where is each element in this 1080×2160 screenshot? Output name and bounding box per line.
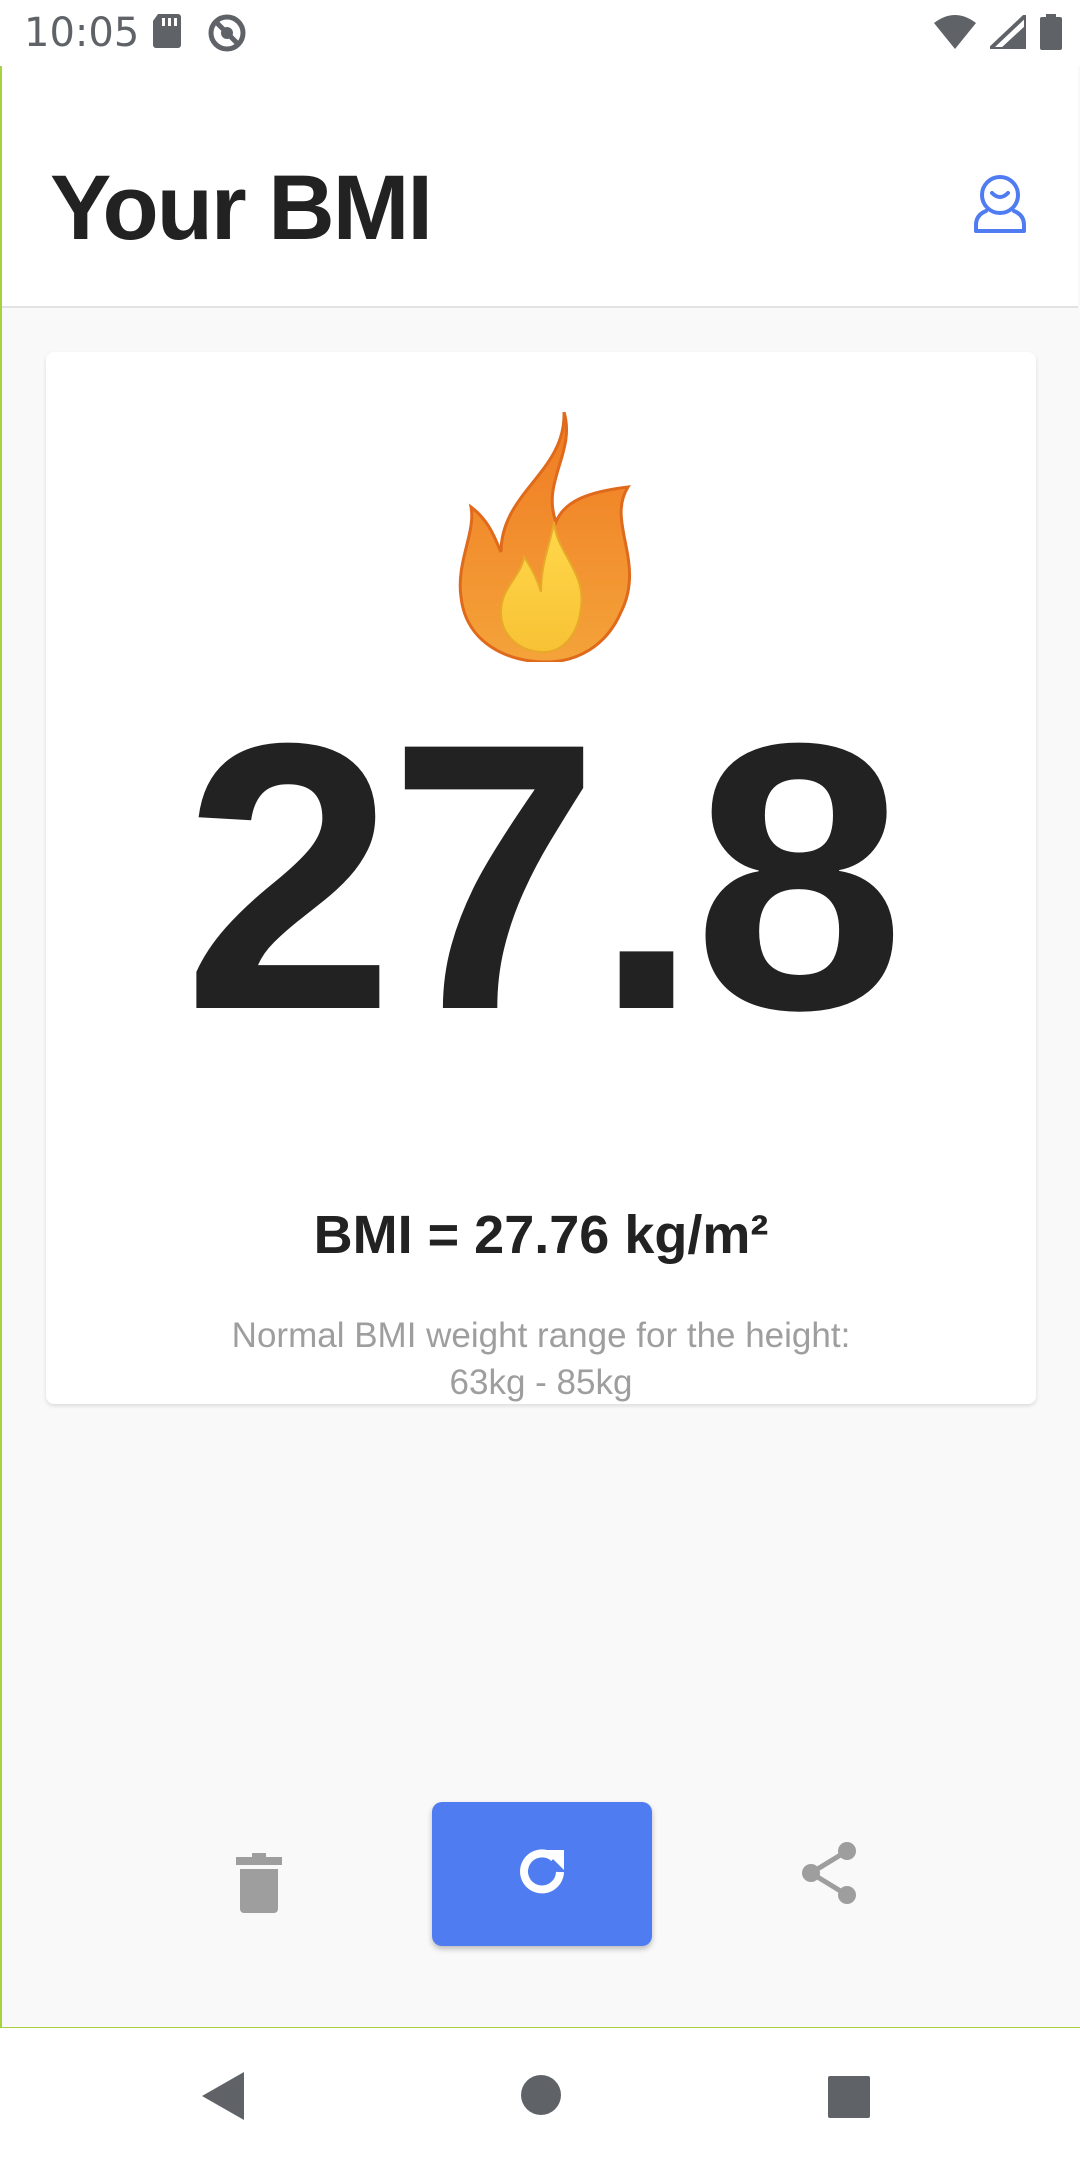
battery-icon [1040, 14, 1062, 55]
home-icon[interactable] [520, 2074, 562, 2121]
bmi-formula: BMI = 27.76 kg/m² [313, 1205, 769, 1265]
weight-range-label: Normal BMI weight range for the height: [231, 1316, 851, 1355]
page-title: Your BMI [50, 157, 433, 259]
system-nav-bar [0, 2028, 1080, 2160]
status-bar: 10:05 [0, 0, 1080, 66]
app-frame: Your BMI 27.8 BMI = 27.76 kg/m² Normal B… [0, 66, 1080, 2029]
cell-signal-icon [984, 10, 1028, 54]
profile-button[interactable] [960, 164, 1040, 244]
weight-range-text: Normal BMI weight range for the height: … [46, 1312, 1036, 1406]
recents-icon[interactable] [828, 2076, 870, 2123]
wifi-icon [934, 15, 976, 54]
bmi-result-card: 27.8 BMI = 27.76 kg/m² Normal BMI weight… [46, 352, 1036, 1404]
delete-button[interactable] [214, 1830, 304, 1940]
refresh-icon [514, 1844, 570, 1905]
profile-icon [970, 171, 1030, 238]
flame-icon [446, 411, 646, 664]
share-button[interactable] [784, 1820, 874, 1930]
do-not-disturb-icon [208, 14, 246, 57]
share-icon [799, 1841, 859, 1910]
sd-card-icon [152, 14, 182, 57]
recalculate-button[interactable] [432, 1802, 652, 1946]
app-header: Your BMI [2, 66, 1078, 308]
back-icon[interactable] [202, 2072, 246, 2125]
bmi-value: 27.8 [183, 664, 905, 1089]
status-time: 10:05 [24, 10, 140, 56]
trash-icon [236, 1852, 282, 1918]
weight-range-value: 63kg - 85kg [449, 1363, 633, 1402]
